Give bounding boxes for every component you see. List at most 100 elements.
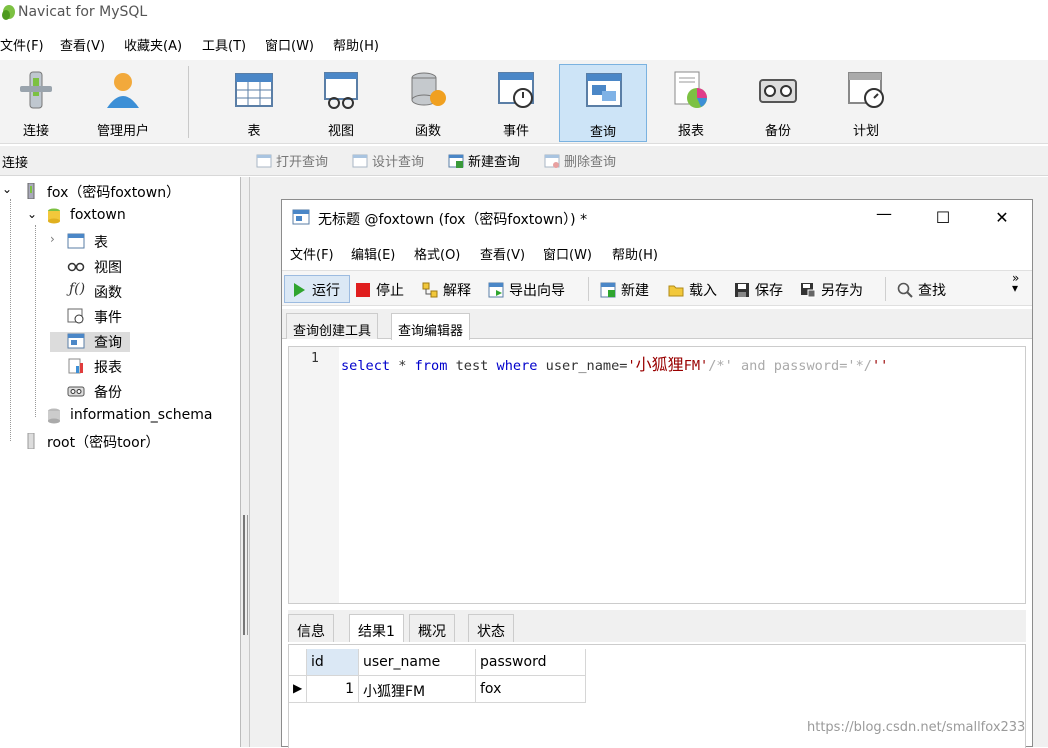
design-query-button[interactable]: 设计查询 [352, 151, 424, 170]
connect-button[interactable]: 连接 [0, 64, 80, 142]
qmenu-window[interactable]: 窗口(W) [543, 244, 592, 263]
sql-text: test [447, 358, 497, 374]
collapse-arrow-icon[interactable]: › [50, 232, 55, 246]
toolbar-separator [588, 277, 589, 301]
tree-node-queries[interactable]: 查询 [50, 332, 130, 352]
expand-arrow-icon[interactable]: ⌄ [27, 207, 37, 221]
qmenu-file[interactable]: 文件(F) [290, 244, 334, 263]
stop-button[interactable]: 停止 [355, 280, 404, 300]
connection-tree: ⌄ fox（密码foxtown） ⌄ foxtown › 表 视图 ƒ() 函数… [0, 177, 241, 747]
function-button[interactable]: 函数 [384, 64, 472, 142]
menu-favorites[interactable]: 收藏夹(A) [124, 35, 182, 54]
schedule-label: 计划 [852, 124, 879, 139]
save-icon [735, 283, 749, 297]
connection-pane-header: 连接 [2, 156, 29, 171]
user-icon [107, 73, 139, 108]
watermark: https://blog.csdn.net/smallfox233 [807, 720, 1026, 735]
backup-label: 备份 [764, 124, 791, 139]
event-icon [67, 308, 84, 324]
tab-query-editor[interactable]: 查询编辑器 [391, 313, 471, 340]
tab-status[interactable]: 状态 [468, 614, 514, 642]
column-header-user-name[interactable]: user_name [359, 649, 476, 676]
view-button[interactable]: 视图 [297, 64, 385, 142]
editor-tab-bar: 查询创建工具 查询编辑器 [282, 309, 1032, 340]
menu-file[interactable]: 文件(F) [0, 35, 44, 54]
toolbar-separator [188, 66, 189, 138]
more-tools-button[interactable]: » ▾ [1012, 272, 1019, 295]
tab-info[interactable]: 信息 [288, 614, 334, 642]
query-icon [67, 333, 85, 349]
load-button[interactable]: 载入 [668, 280, 717, 300]
tree-node-label: 备份 [94, 385, 122, 401]
find-button[interactable]: 查找 [897, 280, 946, 300]
menu-help[interactable]: 帮助(H) [333, 35, 379, 54]
column-header-password[interactable]: password [476, 649, 586, 676]
report-button[interactable]: 报表 [647, 64, 735, 142]
query-menu-bar: 文件(F) 编辑(E) 格式(O) 查看(V) 窗口(W) 帮助(H) [282, 238, 1032, 266]
delete-query-button[interactable]: 删除查询 [544, 151, 616, 170]
close-button[interactable]: ✕ [990, 208, 1014, 228]
manage-users-label: 管理用户 [96, 124, 149, 139]
schedule-icon [848, 72, 884, 108]
export-icon [488, 282, 504, 298]
qmenu-format[interactable]: 格式(O) [414, 244, 460, 263]
sql-string: ' [627, 358, 636, 374]
maximize-button[interactable]: ☐ [931, 208, 955, 228]
manage-users-button[interactable]: 管理用户 [79, 64, 167, 142]
new-query-icon [600, 282, 616, 298]
event-button[interactable]: 事件 [472, 64, 560, 142]
design-query-icon [352, 154, 368, 168]
tree-node-label: foxtown [70, 207, 126, 223]
menu-view[interactable]: 查看(V) [60, 35, 105, 54]
sql-editor[interactable]: 1 select * from test where user_name='小狐… [288, 346, 1026, 604]
save-button[interactable]: 保存 [734, 280, 783, 300]
table-icon [67, 233, 85, 249]
report-label: 报表 [677, 124, 704, 139]
minimize-button[interactable]: — [872, 204, 896, 224]
export-wizard-button[interactable]: 导出向导 [488, 280, 565, 300]
qmenu-help[interactable]: 帮助(H) [612, 244, 658, 263]
menu-tools[interactable]: 工具(T) [202, 35, 246, 54]
tab-result1[interactable]: 结果1 [349, 614, 404, 642]
query-button[interactable]: 查询 [559, 64, 647, 142]
cell-password[interactable]: fox [476, 676, 586, 703]
expand-arrow-icon[interactable]: ⌄ [2, 182, 12, 196]
qmenu-edit[interactable]: 编辑(E) [351, 244, 395, 263]
table-button[interactable]: 表 [210, 64, 298, 142]
stop-icon [356, 283, 370, 297]
tab-query-builder[interactable]: 查询创建工具 [286, 313, 379, 339]
save-as-button[interactable]: 另存为 [800, 280, 863, 300]
schedule-button[interactable]: 计划 [822, 64, 910, 142]
tree-node-label: 表 [94, 235, 108, 251]
run-button[interactable]: 运行 [291, 280, 340, 300]
explain-button[interactable]: 解释 [422, 280, 471, 300]
open-query-button[interactable]: 打开查询 [256, 151, 328, 170]
query-icon [586, 73, 622, 107]
sql-comment: /*' and password='*/ [708, 358, 872, 374]
new-button[interactable]: 新建 [600, 280, 649, 300]
query-window-title-bar: 无标题 @foxtown (fox（密码foxtown）) * — ☐ ✕ [282, 200, 1032, 236]
query-label: 查询 [589, 125, 616, 140]
tab-profile[interactable]: 概况 [409, 614, 455, 642]
view-label: 视图 [327, 124, 354, 139]
table-icon [235, 73, 273, 107]
pane-splitter[interactable] [241, 177, 250, 747]
line-number: 1 [311, 351, 319, 366]
cell-id[interactable]: 1 [307, 676, 359, 703]
sql-string: '' [871, 358, 889, 374]
main-menu-bar: 文件(F) 查看(V) 收藏夹(A) 工具(T) 窗口(W) 帮助(H) [0, 30, 1048, 56]
app-title-bar: Navicat for MySQL [0, 0, 1048, 27]
chevron-down-icon: ▾ [1012, 281, 1019, 295]
connect-icon [20, 71, 52, 109]
backup-button[interactable]: 备份 [734, 64, 822, 142]
cell-user-name[interactable]: 小狐狸FM [359, 676, 476, 703]
tree-node-label: 视图 [94, 260, 122, 276]
row-selector-icon[interactable]: ▶ [289, 676, 307, 703]
qmenu-view[interactable]: 查看(V) [480, 244, 525, 263]
menu-window[interactable]: 窗口(W) [265, 35, 314, 54]
column-header-id[interactable]: id [307, 649, 359, 676]
new-query-button[interactable]: 新建查询 [448, 151, 520, 170]
event-icon [498, 72, 534, 108]
object-toolbar: 连接 打开查询 设计查询 新建查询 删除查询 [0, 146, 1048, 176]
splitter-grip[interactable] [243, 515, 248, 635]
